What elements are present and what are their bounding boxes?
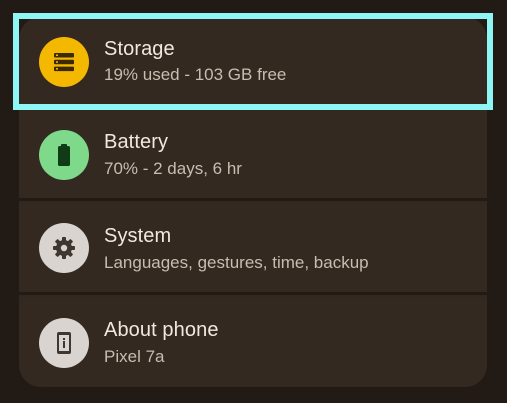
settings-item-battery[interactable]: Battery 70% - 2 days, 6 hr — [19, 109, 487, 201]
settings-item-subtitle: 19% used - 103 GB free — [104, 65, 287, 84]
settings-item-subtitle: 70% - 2 days, 6 hr — [104, 159, 242, 178]
settings-item-title: About phone — [104, 319, 219, 341]
settings-item-title: System — [104, 225, 172, 247]
battery-icon — [39, 130, 89, 180]
settings-item-title: Battery — [104, 131, 169, 153]
gear-icon — [39, 223, 89, 273]
settings-item-subtitle: Languages, gestures, time, backup — [104, 253, 369, 272]
settings-item-system[interactable]: System Languages, gestures, time, backup — [19, 203, 487, 295]
settings-item-title: Storage — [104, 38, 175, 60]
info-phone-icon — [39, 318, 89, 368]
settings-item-about-phone[interactable]: About phone Pixel 7a — [19, 298, 487, 387]
settings-item-subtitle: Pixel 7a — [104, 347, 165, 366]
divider — [19, 292, 487, 295]
settings-list: Storage 19% used - 103 GB free Battery 7… — [19, 17, 487, 387]
settings-item-storage[interactable]: Storage 19% used - 103 GB free — [19, 17, 487, 109]
divider — [19, 198, 487, 201]
storage-icon — [39, 37, 89, 87]
